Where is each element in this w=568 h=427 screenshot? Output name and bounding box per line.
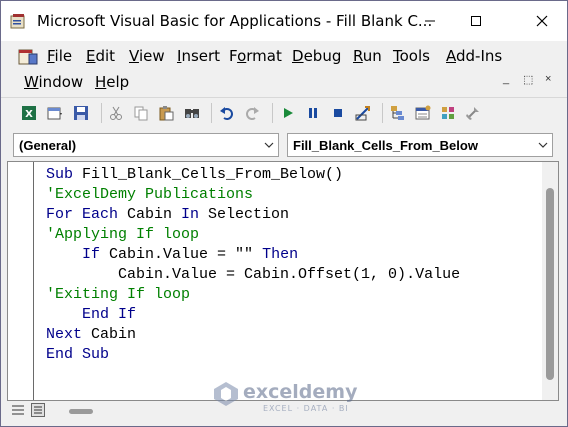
menu-help[interactable]: Help [95, 73, 129, 91]
procedure-dropdown[interactable]: Fill_Blank_Cells_From_Below [287, 133, 553, 157]
margin-indicator-bar[interactable] [8, 162, 34, 400]
code-comment: 'ExcelDemy Publications [46, 186, 254, 203]
code-comment: 'Applying If loop [46, 226, 200, 243]
minimize-icon [425, 20, 435, 22]
insert-module-icon[interactable] [47, 105, 63, 121]
excel-view-icon[interactable]: X [21, 105, 37, 121]
mdi-close-button[interactable]: × [545, 73, 551, 85]
watermark-tagline: EXCEL · DATA · BI [263, 404, 349, 413]
undo-icon[interactable] [219, 105, 235, 121]
code-window-icon[interactable] [18, 48, 38, 66]
code-line[interactable]: End Sub [46, 345, 460, 365]
procedure-view-icon[interactable] [11, 403, 25, 417]
menu-addins[interactable]: Add-Ins [446, 47, 502, 65]
exceldemy-watermark: exceldemy EXCEL · DATA · BI [211, 379, 371, 415]
exceldemy-logo-icon [214, 382, 238, 406]
close-button[interactable] [519, 1, 565, 41]
code-keyword: In [181, 206, 209, 223]
toolbar-separator [272, 103, 273, 123]
toolbar-separator [211, 103, 212, 123]
code-keyword: Sub [46, 166, 83, 183]
find-icon[interactable] [184, 105, 200, 121]
maximize-icon [471, 16, 481, 26]
code-line[interactable]: Next Cabin [46, 325, 460, 345]
code-keyword: End Sub [46, 346, 110, 363]
maximize-button[interactable] [453, 1, 499, 41]
menu-tools[interactable]: Tools [393, 47, 430, 65]
code-token: Cabin [91, 326, 137, 343]
paste-icon[interactable] [158, 105, 174, 121]
menu-window[interactable]: Window [24, 73, 83, 91]
reset-icon[interactable] [330, 105, 346, 121]
code-editor[interactable]: Sub Fill_Blank_Cells_From_Below() 'ExcelD… [7, 161, 559, 401]
watermark-name: exceldemy [243, 381, 358, 403]
toolbox-icon[interactable] [465, 105, 481, 121]
redo-icon[interactable] [244, 105, 260, 121]
menu-run[interactable]: Run [353, 47, 382, 65]
save-icon[interactable] [73, 105, 89, 121]
vertical-scroll-thumb[interactable] [546, 188, 554, 380]
title-bar[interactable]: Microsoft Visual Basic for Applications … [1, 1, 567, 41]
code-line[interactable]: For Each Cabin In Selection [46, 205, 460, 225]
minimize-button[interactable] [407, 1, 453, 41]
window-title: Microsoft Visual Basic for Applications … [37, 12, 433, 30]
object-dropdown-value: (General) [19, 138, 77, 153]
svg-text:X: X [25, 109, 33, 120]
code-line[interactable]: Cabin.Value = Cabin.Offset(1, 0).Value [46, 265, 460, 285]
chevron-down-icon [264, 142, 274, 148]
run-icon[interactable] [280, 105, 296, 121]
full-module-view-icon[interactable] [31, 403, 45, 417]
code-line[interactable]: End If [46, 305, 460, 325]
code-token: Fill_Blank_Cells_From_Below() [82, 166, 344, 183]
design-mode-icon[interactable] [355, 105, 371, 121]
code-keyword: Then [262, 246, 299, 263]
code-line[interactable]: Sub Fill_Blank_Cells_From_Below() [46, 165, 460, 185]
object-browser-icon[interactable] [440, 105, 456, 121]
menu-view[interactable]: View [129, 47, 165, 65]
code-keyword: If [82, 246, 110, 263]
code-token: Cabin.Value = "" [109, 246, 263, 263]
close-icon [536, 15, 548, 27]
mdi-restore-button[interactable]: ⬚ [523, 73, 533, 86]
menu-format[interactable]: Format [229, 47, 282, 65]
project-explorer-icon[interactable] [390, 105, 406, 121]
code-keyword: End If [82, 306, 137, 323]
procedure-dropdown-value: Fill_Blank_Cells_From_Below [293, 138, 478, 153]
mdi-minimize-button[interactable]: _ [503, 73, 509, 85]
object-dropdown[interactable]: (General) [13, 133, 279, 157]
toolbar-separator [382, 103, 383, 123]
properties-icon[interactable] [415, 105, 431, 121]
menu-edit[interactable]: Edit [86, 47, 115, 65]
code-text[interactable]: Sub Fill_Blank_Cells_From_Below() 'ExcelD… [46, 165, 460, 365]
code-comment: 'Exiting If loop [46, 286, 191, 303]
code-token: Selection [208, 206, 290, 223]
code-line[interactable]: 'Applying If loop [46, 225, 460, 245]
code-line[interactable]: If Cabin.Value = "" Then [46, 245, 460, 265]
vba-editor-window: Microsoft Visual Basic for Applications … [0, 0, 568, 427]
code-token: Cabin.Value = Cabin.Offset(1, 0).Value [118, 266, 461, 283]
menu-file[interactable]: File [47, 47, 72, 65]
chevron-down-icon [538, 142, 548, 148]
vertical-scrollbar[interactable] [542, 162, 558, 400]
code-keyword: For Each [46, 206, 128, 223]
code-token: Cabin [127, 206, 182, 223]
vba-app-icon [10, 14, 25, 29]
copy-icon[interactable] [133, 105, 149, 121]
code-line[interactable]: 'Exiting If loop [46, 285, 460, 305]
cut-icon[interactable] [108, 105, 124, 121]
toolbar-separator [101, 103, 102, 123]
code-keyword: Next [46, 326, 92, 343]
code-line[interactable]: 'ExcelDemy Publications [46, 185, 460, 205]
horizontal-scroll-thumb[interactable] [69, 409, 93, 414]
break-icon[interactable] [305, 105, 321, 121]
menu-insert[interactable]: Insert [177, 47, 220, 65]
menu-debug[interactable]: Debug [292, 47, 341, 65]
